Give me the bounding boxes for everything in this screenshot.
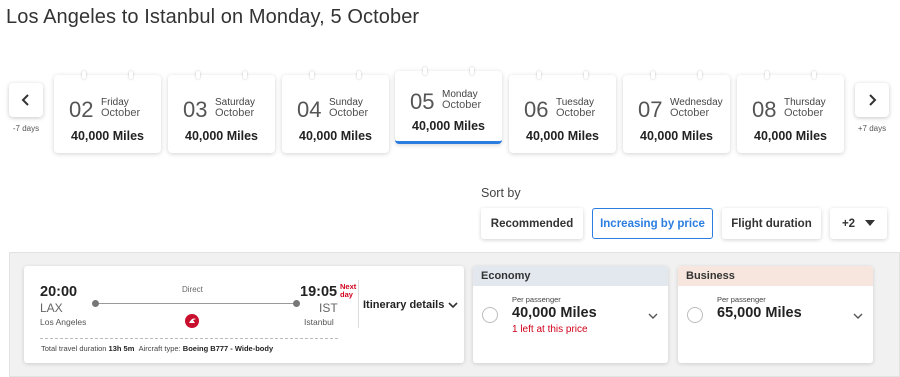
date-price: 40,000 Miles — [640, 129, 713, 143]
fare-price: 40,000 Miles — [512, 305, 597, 321]
date-day: 08 — [752, 97, 777, 122]
date-month: October — [784, 107, 824, 119]
chevron-down-icon — [853, 313, 863, 319]
route-line — [96, 303, 296, 304]
depart-city: Los Angeles — [40, 317, 87, 327]
sort-recommended-button[interactable]: Recommended — [481, 208, 583, 239]
seats-left-warning: 1 left at this price — [512, 324, 588, 335]
chevron-left-icon — [21, 94, 29, 106]
flight-summary: Total travel duration 13h 5m Aircraft ty… — [41, 344, 273, 353]
date-price: 40,000 Miles — [185, 129, 258, 143]
date-day: 06 — [524, 97, 549, 122]
date-card[interactable]: 06 Tuesday October 40,000 Miles — [509, 71, 616, 153]
fare-option-business[interactable]: Business Per passenger 65,000 Miles — [678, 266, 873, 363]
sort-label: Sort by — [481, 186, 521, 200]
fare-radio[interactable] — [482, 307, 498, 323]
aircraft-label: Aircraft type: — [138, 344, 181, 353]
flight-card: 20:00 LAX Los Angeles Direct 19:05 Next … — [24, 266, 464, 363]
date-card[interactable]: 08 Thursday October 40,000 Miles — [737, 71, 844, 153]
date-month: October — [329, 107, 369, 119]
depart-code: LAX — [40, 301, 63, 315]
fare-price: 65,000 Miles — [717, 305, 802, 321]
chevron-right-icon — [869, 94, 877, 106]
date-price: 40,000 Miles — [71, 129, 144, 143]
chevron-down-icon — [448, 301, 458, 308]
itinerary-details-button[interactable]: Itinerary details — [363, 299, 458, 311]
fare-radio[interactable] — [687, 307, 703, 323]
date-card-selected[interactable]: 05 Monday October 40,000 Miles — [395, 67, 502, 144]
sort-price-button[interactable]: Increasing by price — [592, 208, 713, 239]
origin-dot — [92, 300, 99, 307]
date-day: 03 — [183, 97, 208, 122]
per-passenger-label: Per passenger — [717, 295, 766, 304]
sort-more-label: +2 — [841, 217, 856, 230]
date-day: 02 — [69, 97, 94, 122]
date-month: October — [442, 99, 482, 111]
page-title: Los Angeles to Istanbul on Monday, 5 Oct… — [6, 6, 420, 28]
caret-down-icon — [865, 220, 876, 226]
date-card[interactable]: 02 Friday October 40,000 Miles — [54, 71, 161, 153]
duration-value: 13h 5m — [108, 344, 135, 353]
arrive-code: IST — [319, 301, 338, 315]
aircraft-value: Boeing B777 - Wide-body — [182, 344, 274, 353]
date-card[interactable]: 07 Wednesday October 40,000 Miles — [623, 71, 730, 153]
arrive-city: Istanbul — [304, 317, 334, 327]
date-day: 07 — [638, 97, 663, 122]
fare-class-header: Economy — [473, 266, 668, 286]
airline-logo-icon — [185, 314, 199, 328]
fare-class-header: Business — [678, 266, 873, 286]
duration-label: Total travel duration — [41, 344, 107, 353]
next-day-badge: Next day — [340, 283, 360, 299]
stops-label: Direct — [182, 285, 203, 294]
next-week-button[interactable] — [855, 83, 889, 117]
arrive-time: 19:05 — [300, 284, 338, 300]
divider — [358, 280, 359, 328]
date-price: 40,000 Miles — [412, 119, 485, 133]
date-day: 04 — [297, 97, 322, 122]
date-card[interactable]: 03 Saturday October 40,000 Miles — [168, 71, 275, 153]
date-month: October — [670, 107, 710, 119]
chevron-down-icon — [648, 313, 658, 319]
destination-dot — [293, 300, 300, 307]
date-month: October — [556, 107, 596, 119]
sort-duration-button[interactable]: Flight duration — [722, 208, 821, 239]
depart-time: 20:00 — [40, 284, 78, 300]
fare-option-economy[interactable]: Economy Per passenger 40,000 Miles 1 lef… — [473, 266, 668, 363]
date-price: 40,000 Miles — [299, 129, 372, 143]
date-card[interactable]: 04 Sunday October 40,000 Miles — [282, 71, 389, 153]
date-month: October — [215, 107, 255, 119]
date-day: 05 — [410, 89, 435, 114]
date-price: 40,000 Miles — [526, 129, 599, 143]
next-day-line2: day — [340, 290, 353, 299]
sort-more-dropdown[interactable]: +2 — [830, 208, 887, 239]
date-month: October — [101, 107, 141, 119]
date-price: 40,000 Miles — [754, 129, 827, 143]
prev-week-caption: -7 days — [12, 124, 40, 133]
dashed-divider — [40, 338, 338, 339]
itinerary-details-label: Itinerary details — [363, 299, 445, 311]
per-passenger-label: Per passenger — [512, 295, 561, 304]
next-week-caption: +7 days — [857, 124, 887, 133]
prev-week-button[interactable] — [9, 83, 43, 117]
